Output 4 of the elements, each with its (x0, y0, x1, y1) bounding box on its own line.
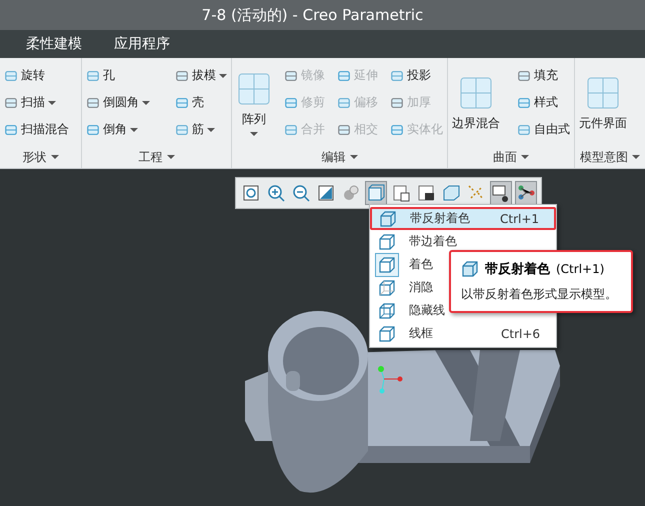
tooltip-description: 以带反射着色形式显示模型。 (461, 286, 618, 303)
tooltip-title: 带反射着色 (485, 260, 550, 278)
window-title: 7-8 (活动的) - Creo Parametric (202, 6, 424, 24)
tooltip-shortcut: (Ctrl+1) (556, 262, 604, 276)
